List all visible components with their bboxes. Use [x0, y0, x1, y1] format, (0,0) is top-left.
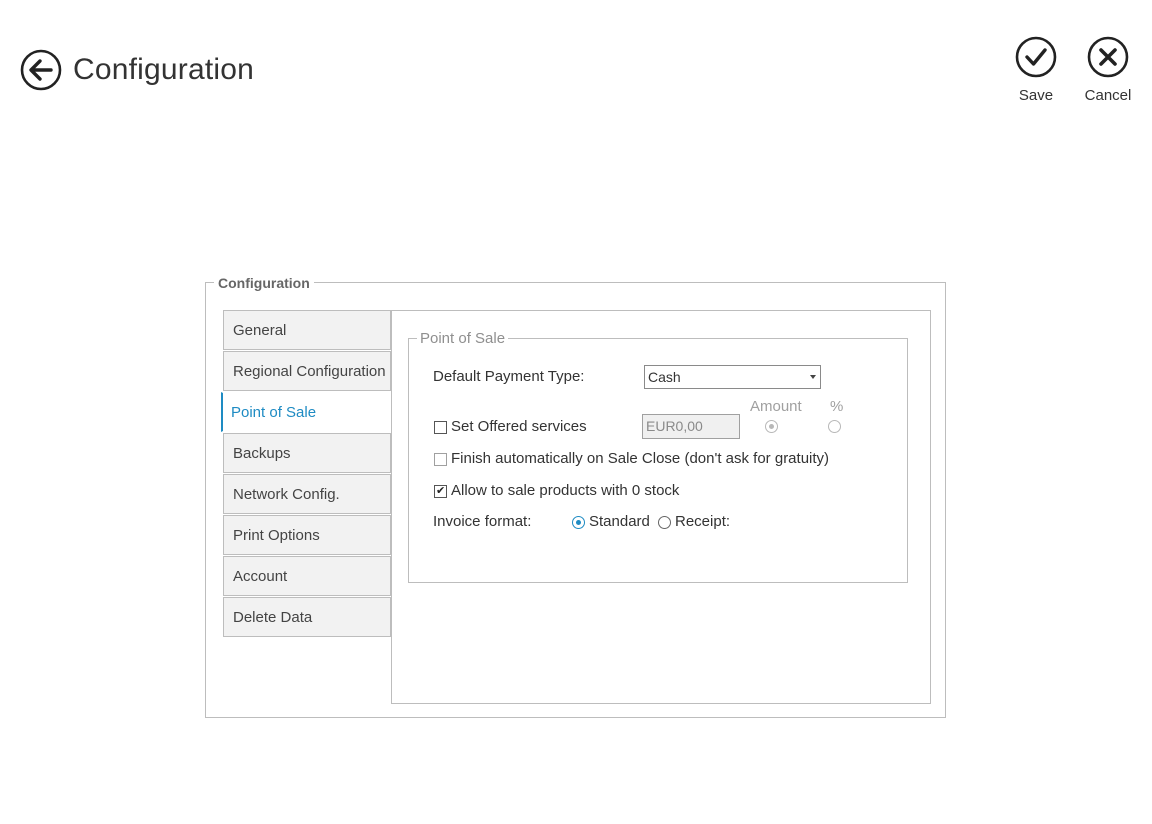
- save-label: Save: [1018, 87, 1054, 104]
- config-tabs: General Regional Configuration Point of …: [221, 310, 393, 638]
- chevron-down-icon: [810, 375, 816, 379]
- point-of-sale-group: Point of Sale Default Payment Type: Cash…: [408, 330, 908, 583]
- tab-print-options[interactable]: Print Options: [223, 515, 391, 555]
- point-of-sale-legend: Point of Sale: [417, 330, 509, 348]
- tab-content-panel: Point of Sale Default Payment Type: Cash…: [391, 310, 931, 704]
- tab-network-config[interactable]: Network Config.: [223, 474, 391, 514]
- arrow-left-circle-icon: [20, 49, 62, 91]
- tab-point-of-sale[interactable]: Point of Sale: [221, 392, 393, 432]
- allow-zero-stock-checkbox[interactable]: ✔: [434, 485, 447, 498]
- invoice-standard-label: Standard: [589, 513, 650, 530]
- tab-backups[interactable]: Backups: [223, 433, 391, 473]
- checkmark-circle-icon: [1015, 36, 1057, 78]
- radio-dot: [576, 520, 581, 525]
- default-payment-select[interactable]: Cash: [644, 365, 821, 389]
- offered-services-checkbox[interactable]: [434, 421, 447, 434]
- finish-auto-checkbox[interactable]: [434, 453, 447, 466]
- check-icon: ✔: [436, 485, 446, 497]
- tab-account[interactable]: Account: [223, 556, 391, 596]
- tab-delete-data[interactable]: Delete Data: [223, 597, 391, 637]
- amount-radio[interactable]: [765, 420, 778, 433]
- page-title: Configuration: [73, 53, 255, 86]
- allow-zero-stock-label: Allow to sale products with 0 stock: [451, 482, 680, 499]
- invoice-receipt-label: Receipt:: [675, 513, 731, 530]
- configuration-legend: Configuration: [214, 275, 314, 291]
- offered-services-amount-input[interactable]: EUR0,00: [642, 414, 740, 439]
- back-button[interactable]: [20, 49, 62, 91]
- tab-regional-configuration[interactable]: Regional Configuration: [223, 351, 391, 391]
- cancel-label: Cancel: [1084, 87, 1132, 104]
- default-payment-label: Default Payment Type:: [433, 368, 585, 385]
- offered-services-label: Set Offered services: [451, 418, 587, 435]
- cancel-button[interactable]: Cancel: [1078, 36, 1138, 104]
- default-payment-value: Cash: [648, 369, 681, 385]
- save-button[interactable]: Save: [1006, 36, 1066, 104]
- invoice-receipt-radio[interactable]: [658, 516, 671, 529]
- configuration-group: Configuration General Regional Configura…: [205, 275, 946, 718]
- finish-auto-label: Finish automatically on Sale Close (don'…: [451, 450, 830, 467]
- percent-header: %: [830, 398, 844, 415]
- invoice-standard-radio[interactable]: [572, 516, 585, 529]
- tab-general[interactable]: General: [223, 310, 391, 350]
- amount-header: Amount: [750, 398, 802, 415]
- percent-radio[interactable]: [828, 420, 841, 433]
- close-circle-icon: [1087, 36, 1129, 78]
- radio-dot: [769, 424, 774, 429]
- invoice-format-label: Invoice format:: [433, 513, 532, 530]
